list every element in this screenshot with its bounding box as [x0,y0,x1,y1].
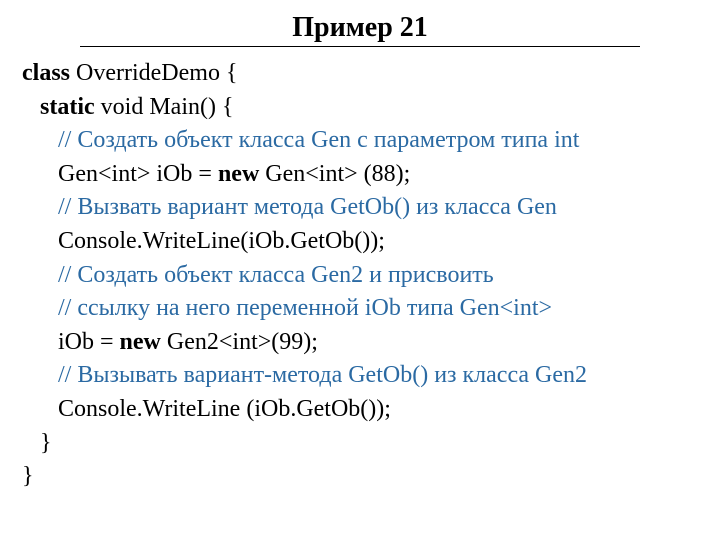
code-line: Console.WriteLine(iOb.GetOb()); [22,228,385,254]
code-text: Gen<int> iOb = [58,161,218,187]
code-line: Console.WriteLine (iOb.GetOb()); [22,396,391,422]
code-line: iOb = new Gen2<int>(99); [22,329,318,355]
code-line: static void Main() { [22,94,234,120]
comment: // Создать объект класса Gen с параметро… [58,127,579,153]
keyword: new [120,329,161,355]
code-pad [22,362,58,388]
code-pad [22,94,40,120]
code-text: Gen<int> (88); [259,161,410,187]
code-line: Gen<int> iOb = new Gen<int> (88); [22,161,410,187]
keyword: static [40,94,95,120]
code-line: // Создать объект класса Gen2 и присвоит… [22,262,494,288]
slide-title: Пример 21 [80,12,640,47]
code-line: // Вызывать вариант-метода GetOb() из кл… [22,362,587,388]
code-text: } [22,463,34,489]
code-line: class OverrideDemo { [22,60,237,86]
code-text: Console.WriteLine(iOb.GetOb()); [58,228,385,254]
code-text: Gen2<int>(99); [161,329,318,355]
code-line: } [22,463,34,489]
code-pad [22,430,40,456]
code-pad [22,262,58,288]
code-text: } [40,430,52,456]
keyword: class [22,60,70,86]
code-text: Console.WriteLine (iOb.GetOb()); [58,396,391,422]
code-text: iOb = [58,329,120,355]
comment: // Вызывать вариант-метода GetOb() из кл… [58,362,587,388]
comment: // ссылку на него переменной iOb типа Ge… [58,295,552,321]
code-pad [22,396,58,422]
slide: Пример 21 class OverrideDemo { static vo… [0,0,720,540]
code-line: // ссылку на него переменной iOb типа Ge… [22,295,552,321]
comment: // Создать объект класса Gen2 и присвоит… [58,262,494,288]
comment: // Вызвать вариант метода GetOb() из кла… [58,194,557,220]
code-pad [22,127,58,153]
code-block: class OverrideDemo { static void Main() … [22,57,698,494]
code-text: OverrideDemo { [70,60,237,86]
code-pad [22,161,58,187]
code-line: } [22,430,52,456]
code-line: // Создать объект класса Gen с параметро… [22,127,579,153]
code-pad [22,295,58,321]
keyword: new [218,161,259,187]
code-text: void Main() { [95,94,234,120]
code-pad [22,329,58,355]
code-pad [22,228,58,254]
code-pad [22,194,58,220]
code-line: // Вызвать вариант метода GetOb() из кла… [22,194,557,220]
